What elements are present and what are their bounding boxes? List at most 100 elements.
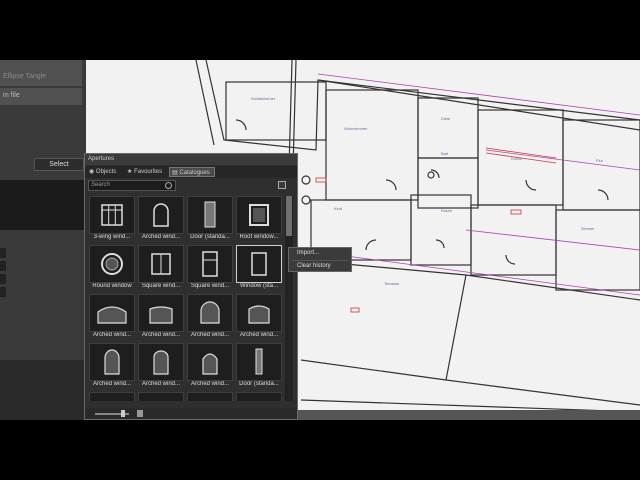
tab-objects-label: Objects xyxy=(95,169,117,175)
palette-footer xyxy=(85,408,297,419)
door-icon xyxy=(236,343,282,381)
search-icon[interactable] xyxy=(165,182,172,189)
aperture-item-label: Door (standa... xyxy=(239,381,279,387)
arched-window-icon xyxy=(89,343,135,381)
palette-title[interactable]: Apertures xyxy=(85,154,297,165)
aperture-item[interactable] xyxy=(89,392,135,401)
tab-objects[interactable]: ◉ Objects xyxy=(87,167,125,177)
aperture-item[interactable]: Square wind... xyxy=(187,245,233,292)
aperture-item[interactable]: Arched wind... xyxy=(187,343,233,390)
palette-tabs: ◉ Objects ★ Favourites ▤ Catalogues xyxy=(85,166,297,178)
aperture-item-label: Arched wind... xyxy=(92,332,132,338)
aperture-item[interactable]: Arched wind... xyxy=(89,343,135,390)
room-label: Essen xyxy=(441,208,452,213)
side-tab[interactable] xyxy=(0,274,6,284)
window-icon xyxy=(236,245,282,283)
aperture-item[interactable]: Arched wind... xyxy=(138,196,184,243)
room-label: Wohnzimmer xyxy=(344,126,368,131)
roof-window-icon xyxy=(236,196,282,234)
aperture-item[interactable]: 3-wing wind... xyxy=(89,196,135,243)
aperture-item-label: Window (sta... xyxy=(239,283,278,289)
aperture-item-label: Arched wind... xyxy=(92,381,132,387)
round-window-icon xyxy=(89,245,135,283)
aperture-item-label: Arched wind... xyxy=(190,332,230,338)
aperture-item[interactable]: Arched wind... xyxy=(187,294,233,341)
side-tab[interactable] xyxy=(0,248,6,258)
palette-scrollbar[interactable] xyxy=(285,196,293,401)
aperture-item-label: Roof window... xyxy=(239,234,279,240)
left-panel-row[interactable]: m file xyxy=(0,88,82,105)
aperture-item[interactable]: Arched wind... xyxy=(138,294,184,341)
square-window-icon xyxy=(187,245,233,283)
context-menu: Import... Clear history xyxy=(288,247,352,272)
tab-favourites[interactable]: ★ Favourites xyxy=(125,167,169,177)
aperture-item[interactable]: Arched wind... xyxy=(89,294,135,341)
aperture-item-label: Arched wind... xyxy=(141,381,181,387)
aperture-item[interactable]: Door (standa... xyxy=(236,343,282,390)
aperture-thumbnail xyxy=(187,392,233,401)
aperture-item-label: Square wind... xyxy=(141,283,181,289)
menu-item-clear-history[interactable]: Clear history xyxy=(289,261,351,272)
aperture-item-label: Arched wind... xyxy=(239,332,279,338)
star-icon: ★ xyxy=(127,169,133,175)
letterbox-bottom xyxy=(0,420,640,480)
aperture-item[interactable] xyxy=(236,392,282,401)
aperture-thumbnail xyxy=(236,392,282,401)
aperture-item[interactable] xyxy=(187,392,233,401)
left-panel-footer xyxy=(0,360,86,420)
search-input[interactable]: Search xyxy=(88,180,176,191)
aperture-item[interactable]: Window (sta... xyxy=(236,245,282,292)
room-label: Diele xyxy=(441,116,451,121)
aperture-thumbnail xyxy=(138,392,184,401)
tab-favourites-label: Favourites xyxy=(134,169,163,175)
aperture-item[interactable]: Square wind... xyxy=(138,245,184,292)
aperture-item-label: Door (standa... xyxy=(190,234,230,240)
tab-catalogues-label: Catalogues xyxy=(179,170,210,176)
arched-window-icon xyxy=(138,294,184,332)
palette-menu-icon[interactable] xyxy=(278,181,286,189)
room-label: Flur xyxy=(596,158,604,163)
aperture-item[interactable]: Arched wind... xyxy=(138,343,184,390)
apertures-palette: Apertures ◉ Objects ★ Favourites ▤ Catal… xyxy=(84,153,298,420)
room-label: Terrasse xyxy=(384,281,400,286)
screen: Ellipse Tangle m file Select Schlafzimme… xyxy=(0,0,640,480)
slider-handle[interactable] xyxy=(121,410,125,417)
arched-window-icon xyxy=(236,294,282,332)
aperture-grid: 3-wing wind... Arched wind... Door (stan… xyxy=(89,196,283,401)
letterbox-top xyxy=(0,0,640,60)
aperture-item-label: Arched wind... xyxy=(141,332,181,338)
preview-area xyxy=(0,180,86,230)
aperture-item[interactable]: Door (standa... xyxy=(187,196,233,243)
arched-window-icon xyxy=(89,294,135,332)
arched-window-icon xyxy=(138,196,184,234)
side-tab[interactable] xyxy=(0,287,6,297)
aperture-item[interactable]: Roof window... xyxy=(236,196,282,243)
aperture-item[interactable]: Arched wind... xyxy=(236,294,282,341)
aperture-item-label: Square wind... xyxy=(190,283,230,289)
left-panel-row[interactable]: Ellipse Tangle xyxy=(0,69,82,86)
aperture-item-label: Arched wind... xyxy=(190,381,230,387)
scrollbar-thumb[interactable] xyxy=(286,196,292,236)
aperture-thumbnail xyxy=(89,392,135,401)
aperture-item[interactable]: Round window xyxy=(89,245,135,292)
aperture-item[interactable] xyxy=(138,392,184,401)
menu-item-import[interactable]: Import... xyxy=(289,248,351,259)
view-mode-icon[interactable] xyxy=(137,410,143,417)
room-label: Kind xyxy=(334,206,342,211)
door-icon xyxy=(187,196,233,234)
tab-catalogues[interactable]: ▤ Catalogues xyxy=(169,167,215,177)
arched-window-icon xyxy=(138,343,184,381)
circle-icon: ◉ xyxy=(89,169,95,175)
room-label: Zimmer xyxy=(581,226,595,231)
room-label: Bad xyxy=(441,151,448,156)
select-button[interactable]: Select xyxy=(34,158,84,171)
arched-window-icon xyxy=(187,343,233,381)
aperture-item-label: Round window xyxy=(92,283,132,289)
catalogue-icon: ▤ xyxy=(172,170,178,176)
aperture-item-label: 3-wing wind... xyxy=(93,234,131,240)
side-tabs xyxy=(0,248,6,300)
arched-window-icon xyxy=(187,294,233,332)
square-window-icon xyxy=(138,245,184,283)
aperture-item-label: Arched wind... xyxy=(141,234,181,240)
side-tab[interactable] xyxy=(0,261,6,271)
